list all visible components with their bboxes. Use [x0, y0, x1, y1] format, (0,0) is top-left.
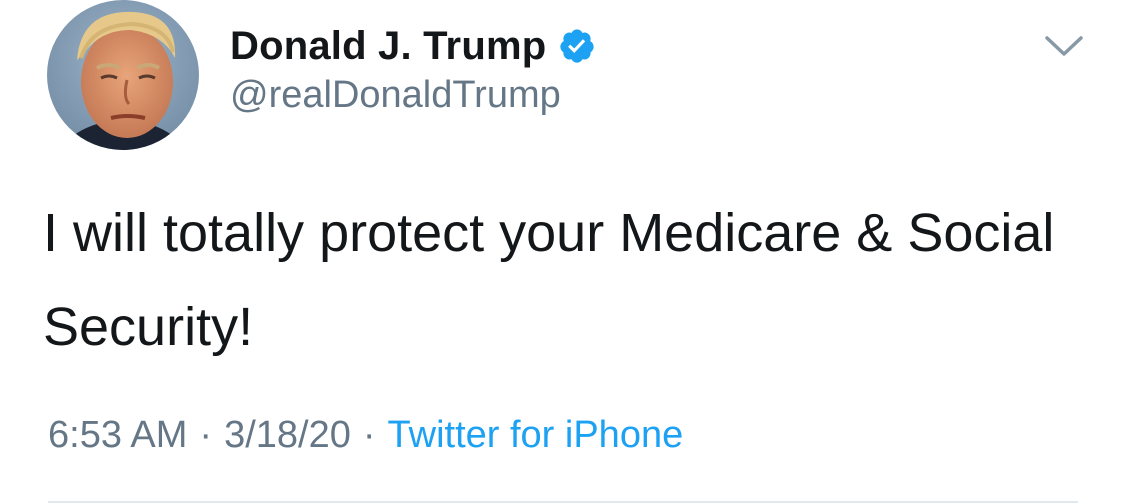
tweet-detail: Donald J. Trump @realDonaldTrump I will …: [0, 0, 1125, 504]
chevron-down-icon[interactable]: [1043, 30, 1085, 60]
tweet-time[interactable]: 6:53 AM: [48, 414, 187, 457]
tweet-metadata: 6:53 AM · 3/18/20 · Twitter for iPhone: [48, 414, 683, 457]
author-handle[interactable]: @realDonaldTrump: [230, 74, 561, 117]
author-name-row[interactable]: Donald J. Trump: [230, 18, 596, 74]
separator-dot: ·: [362, 414, 376, 456]
tweet-source-link[interactable]: Twitter for iPhone: [388, 414, 684, 457]
tweet-text: I will totally protect your Medicare & S…: [43, 203, 1055, 357]
tweet-date[interactable]: 3/18/20: [224, 414, 351, 457]
avatar-photo: [47, 0, 199, 150]
avatar[interactable]: [47, 0, 199, 150]
verified-badge-icon: [558, 27, 596, 65]
divider: [48, 501, 1078, 503]
separator-dot: ·: [199, 414, 213, 456]
display-name[interactable]: Donald J. Trump: [230, 24, 546, 69]
